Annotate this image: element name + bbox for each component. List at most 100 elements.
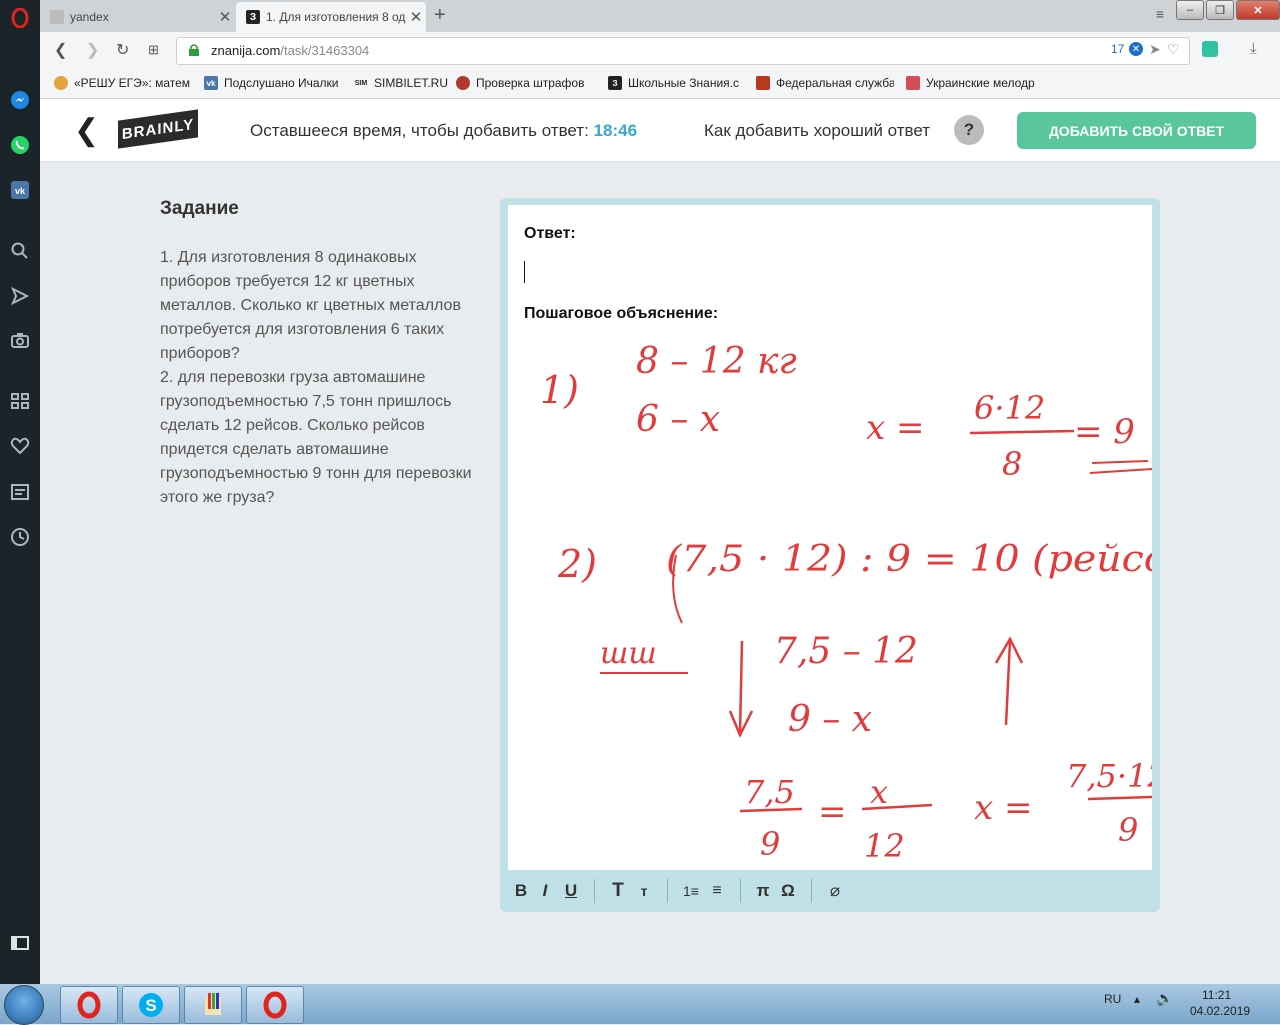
news-icon[interactable]	[8, 480, 32, 504]
hw-p1-x: x =	[866, 408, 924, 448]
bookmark-label: Проверка штрафов	[476, 76, 585, 90]
bookmark-item[interactable]: Проверка штрафов	[456, 76, 592, 90]
tab-strip: yandex ✕ З 1. Для изготовления 8 од ✕ + …	[40, 0, 1280, 32]
start-button[interactable]	[4, 985, 44, 1025]
underline-button[interactable]: U	[558, 881, 584, 901]
back-arrow-icon[interactable]: ❮	[74, 113, 99, 148]
windows-taskbar: S RU ▴ 🔈 11:21 04.02.2019	[0, 984, 1280, 1025]
hw-up-arrow	[1004, 640, 1012, 726]
svg-text:vk: vk	[15, 186, 26, 196]
hw-p2-line1: 7,5 – 12	[774, 631, 918, 672]
vpn-icon[interactable]	[1202, 41, 1218, 57]
bookmark-item[interactable]: З Школьные Знания.c	[608, 76, 744, 90]
clock-time[interactable]: 11:21	[1202, 988, 1231, 1002]
bookmark-item[interactable]: SIM SIMBILET.RU	[354, 76, 464, 90]
restore-icon[interactable]: ❐	[1206, 0, 1234, 20]
messenger-icon[interactable]	[8, 88, 32, 112]
tab-menu-icon[interactable]: ≡	[1156, 6, 1164, 22]
melodrama-icon	[906, 76, 920, 90]
add-answer-button[interactable]: ДОБАВИТЬ СВОЙ ОТВЕТ	[1017, 112, 1256, 149]
taskbar-skype[interactable]: S	[122, 986, 180, 1024]
close-tab-icon[interactable]: ✕	[406, 8, 426, 26]
heading-large-button[interactable]: T	[605, 880, 631, 902]
brainly-logo[interactable]: BRAINLY	[118, 109, 198, 149]
editor-toolbar: B I U T т 1≡ ≡ π Ω ⌀	[500, 870, 1160, 912]
hw-p2-frac1-num: 7,5	[744, 773, 795, 811]
hw-underline	[1089, 468, 1152, 474]
close-tab-icon[interactable]: ✕	[215, 8, 235, 26]
tabs-grid-icon[interactable]: ⊞	[148, 42, 159, 58]
hw-underline	[1091, 460, 1149, 464]
download-icon[interactable]: ⤓	[1250, 40, 1257, 57]
tab-label: 1. Для изготовления 8 од	[266, 10, 406, 24]
forward-icon[interactable]: ❯	[86, 40, 99, 60]
url-host: znanija.com	[211, 43, 281, 58]
bookmark-item[interactable]: «РЕШУ ЕГЭ»: матема	[54, 76, 190, 90]
close-window-icon[interactable]: ✕	[1236, 0, 1280, 20]
bookmark-item[interactable]: vk Подслушано Ичалки	[204, 76, 344, 90]
hw-p2-equation: (7,5 · 12) : 9 = 10 (рейсов)	[666, 539, 1152, 580]
sidebar-toggle-icon[interactable]	[8, 931, 32, 955]
flow-icon[interactable]: ➤	[1149, 41, 1161, 58]
attachment-icon[interactable]: ⌀	[822, 881, 848, 901]
bookmark-heart-icon[interactable]: ♡	[1167, 41, 1180, 58]
reload-icon[interactable]: ↻	[116, 40, 129, 60]
bookmark-item[interactable]: Федеральная служба	[756, 76, 894, 90]
hw-p1-line1: 8 – 12 кг	[636, 341, 797, 382]
heading-small-button[interactable]: т	[631, 883, 657, 899]
opera-sidebar: vk	[0, 0, 40, 984]
new-tab-icon[interactable]: +	[434, 4, 446, 27]
taskbar-opera[interactable]	[60, 986, 118, 1024]
hw-p2-frac3-num: 7,5·12	[1066, 757, 1152, 795]
hw-p1-denominator: 8	[1002, 445, 1022, 483]
task-heading: Задание	[160, 198, 239, 219]
bookmark-item[interactable]: Украинские мелодр	[906, 76, 1044, 90]
bullet-list-button[interactable]: ≡	[704, 882, 730, 900]
search-icon[interactable]	[8, 239, 32, 263]
opera-menu-icon[interactable]	[8, 6, 32, 30]
hw-p1-numerator: 6·12	[974, 389, 1045, 427]
taskbar-paint[interactable]	[184, 986, 242, 1024]
adblock-icon[interactable]: ✕	[1129, 42, 1143, 56]
speed-dial-icon[interactable]	[8, 389, 32, 413]
send-icon[interactable]	[8, 284, 32, 308]
hw-p1-fraction-bar	[969, 429, 1075, 435]
hw-p2-frac3-den: 9	[1118, 811, 1138, 849]
tab-label: yandex	[70, 10, 109, 24]
badge-count: 17	[1111, 42, 1125, 56]
editor-area[interactable]: Ответ: Пошаговое объяснение: 1) 8 – 12 к…	[508, 205, 1152, 870]
minimize-icon[interactable]: –	[1176, 0, 1204, 20]
tray-arrow-icon[interactable]: ▴	[1134, 992, 1140, 1006]
bookmarks-bar: «РЕШУ ЕГЭ»: матема vk Подслушано Ичалки S…	[40, 68, 1280, 99]
symbol-omega-button[interactable]: Ω	[775, 881, 801, 901]
italic-button[interactable]: I	[532, 881, 558, 901]
history-icon[interactable]	[8, 525, 32, 549]
how-to-answer-link[interactable]: Как добавить хороший ответ	[704, 121, 930, 141]
heart-icon[interactable]	[8, 434, 32, 458]
clock-date[interactable]: 04.02.2019	[1190, 1004, 1250, 1018]
bookmark-label: «РЕШУ ЕГЭ»: матема	[74, 76, 190, 90]
url-field[interactable]: znanija.com/task/31463304 17 ✕ ➤ ♡	[176, 37, 1190, 65]
vk-icon[interactable]: vk	[8, 178, 32, 202]
bookmark-label: Подслушано Ичалки	[224, 76, 339, 90]
whatsapp-icon[interactable]	[8, 133, 32, 157]
tab-znanija[interactable]: З 1. Для изготовления 8 од ✕	[236, 2, 426, 32]
help-icon[interactable]: ?	[954, 115, 984, 145]
timer-value: 18:46	[593, 121, 638, 140]
taskbar-opera-active[interactable]	[246, 986, 304, 1024]
hw-p2-frac2-den: 12	[864, 827, 905, 865]
math-pi-button[interactable]: π	[751, 881, 775, 901]
divider	[740, 879, 741, 903]
address-bar-row: ❮ ❯ ↻ ⊞ znanija.com/task/31463304 17 ✕ ➤…	[40, 32, 1280, 68]
tab-yandex[interactable]: yandex ✕	[40, 2, 235, 32]
volume-icon[interactable]: 🔈	[1156, 990, 1173, 1007]
skype-icon: S	[139, 993, 163, 1017]
bold-button[interactable]: B	[510, 881, 532, 901]
back-icon[interactable]: ❮	[54, 40, 67, 60]
language-indicator[interactable]: RU	[1104, 992, 1121, 1006]
url-path: /task/31463304	[280, 43, 370, 58]
hw-p2-frac1-den: 9	[760, 825, 780, 863]
ordered-list-button[interactable]: 1≡	[678, 883, 704, 899]
camera-icon[interactable]	[8, 328, 32, 352]
timer-label: Оставшееся время, чтобы добавить ответ:	[250, 121, 589, 140]
